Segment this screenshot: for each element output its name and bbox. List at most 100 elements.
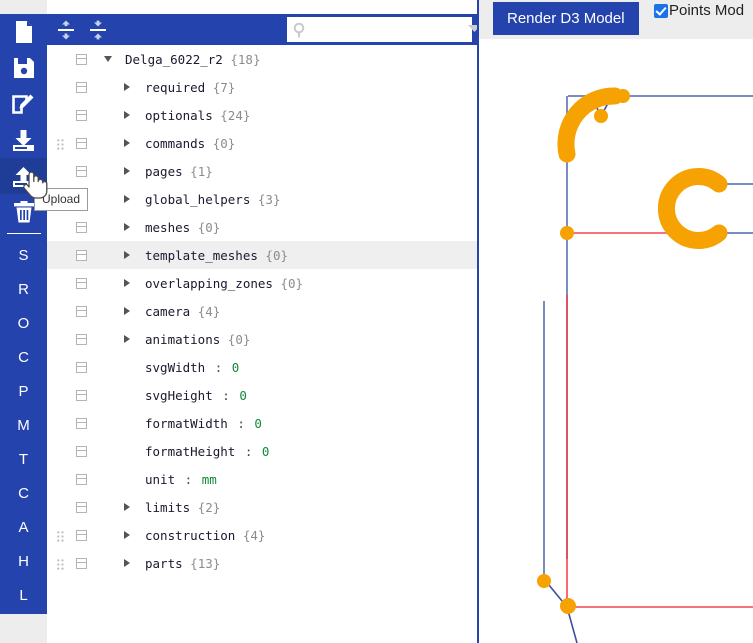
chevron-right-icon[interactable] xyxy=(124,531,130,539)
tree-row[interactable]: svgHeight : 0 xyxy=(47,381,478,409)
chevron-right-icon[interactable] xyxy=(124,223,130,231)
tree-row[interactable]: formatWidth : 0 xyxy=(47,409,478,437)
tree-node-value[interactable]: 0 xyxy=(239,388,247,403)
chevron-right-icon[interactable] xyxy=(124,167,130,175)
tree-row[interactable]: meshes {0} xyxy=(47,213,478,241)
tree-row[interactable]: required {7} xyxy=(47,73,478,101)
tree-row[interactable]: camera {4} xyxy=(47,297,478,325)
tree-row[interactable]: pages {1} xyxy=(47,157,478,185)
node-checkbox-icon[interactable] xyxy=(76,222,87,233)
chevron-right-icon[interactable] xyxy=(124,195,130,203)
tree-node-text[interactable]: unit : mm xyxy=(145,472,217,487)
tree-node-value[interactable]: 0 xyxy=(262,444,270,459)
download-icon[interactable] xyxy=(0,122,47,158)
tree-node-text[interactable]: Delga_6022_r2 {18} xyxy=(125,52,260,67)
expand-all-icon[interactable] xyxy=(53,18,79,42)
new-file-icon[interactable] xyxy=(0,14,47,50)
tree-node-text[interactable]: template_meshes {0} xyxy=(145,248,288,263)
node-checkbox-icon[interactable] xyxy=(76,446,87,457)
tree-row[interactable]: parts {13} xyxy=(47,549,478,577)
tree-node-text[interactable]: svgWidth : 0 xyxy=(145,360,239,375)
chevron-right-icon[interactable] xyxy=(124,111,130,119)
tree-row[interactable]: optionals {24} xyxy=(47,101,478,129)
tree-node-text[interactable]: svgHeight : 0 xyxy=(145,388,247,403)
tree-row[interactable]: animations {0} xyxy=(47,325,478,353)
collapse-all-icon[interactable] xyxy=(85,18,111,42)
tree-node-text[interactable]: required {7} xyxy=(145,80,235,95)
node-checkbox-icon[interactable] xyxy=(76,474,87,485)
tree-row[interactable]: construction {4} xyxy=(47,521,478,549)
search-input[interactable] xyxy=(288,19,467,40)
rail-letter-h[interactable]: H xyxy=(0,544,47,578)
rail-letter-a[interactable]: A xyxy=(0,510,47,544)
tree-node-value[interactable]: 0 xyxy=(232,360,240,375)
node-checkbox-icon[interactable] xyxy=(76,502,87,513)
chevron-right-icon[interactable] xyxy=(124,279,130,287)
tree-node-text[interactable]: limits {2} xyxy=(145,500,220,515)
tree-node-text[interactable]: meshes {0} xyxy=(145,220,220,235)
tree-node-text[interactable]: parts {13} xyxy=(145,556,220,571)
chevron-right-icon[interactable] xyxy=(124,335,130,343)
tree-node-text[interactable]: formatWidth : 0 xyxy=(145,416,262,431)
chevron-right-icon[interactable] xyxy=(124,307,130,315)
drag-grip-icon[interactable] xyxy=(57,138,64,150)
node-checkbox-icon[interactable] xyxy=(76,334,87,345)
node-checkbox-icon[interactable] xyxy=(76,110,87,121)
rail-letter-o[interactable]: O xyxy=(0,306,47,340)
chevron-right-icon[interactable] xyxy=(124,251,130,259)
d3-model-canvas[interactable] xyxy=(479,39,753,643)
points-mode-checkbox[interactable]: Points Mod xyxy=(654,2,744,19)
tree-node-text[interactable]: global_helpers {3} xyxy=(145,192,280,207)
node-checkbox-icon[interactable] xyxy=(76,138,87,149)
rail-letter-r[interactable]: R xyxy=(0,272,47,306)
drag-grip-icon[interactable] xyxy=(57,558,64,570)
rail-letter-p[interactable]: P xyxy=(0,374,47,408)
chevron-right-icon[interactable] xyxy=(124,83,130,91)
save-icon[interactable] xyxy=(0,50,47,86)
tree-node-value[interactable]: 0 xyxy=(254,416,262,431)
tree-row[interactable]: formatHeight : 0 xyxy=(47,437,478,465)
tree-row[interactable]: svgWidth : 0 xyxy=(47,353,478,381)
render-d3-model-button[interactable]: Render D3 Model xyxy=(493,2,639,35)
node-checkbox-icon[interactable] xyxy=(76,390,87,401)
rail-letter-l[interactable]: L xyxy=(0,578,47,612)
chevron-right-icon[interactable] xyxy=(124,503,130,511)
checkbox-checked-icon[interactable] xyxy=(654,3,668,18)
tree-row[interactable]: global_helpers {3} xyxy=(47,185,478,213)
rail-letter-c2[interactable]: C xyxy=(0,476,47,510)
chevron-right-icon[interactable] xyxy=(124,559,130,567)
node-checkbox-icon[interactable] xyxy=(76,54,87,65)
tree-node-text[interactable]: pages {1} xyxy=(145,164,213,179)
drag-grip-icon[interactable] xyxy=(57,530,64,542)
tree-row[interactable]: template_meshes {0} xyxy=(47,241,478,269)
edit-icon[interactable] xyxy=(0,86,47,122)
chevron-down-icon[interactable] xyxy=(104,56,112,62)
tree-node-text[interactable]: commands {0} xyxy=(145,136,235,151)
chevron-right-icon[interactable] xyxy=(124,139,130,147)
rail-letter-c[interactable]: C xyxy=(0,340,47,374)
tree-node-text[interactable]: optionals {24} xyxy=(145,108,250,123)
tree-node-text[interactable]: camera {4} xyxy=(145,304,220,319)
node-checkbox-icon[interactable] xyxy=(76,82,87,93)
node-checkbox-icon[interactable] xyxy=(76,166,87,177)
node-checkbox-icon[interactable] xyxy=(76,250,87,261)
rail-letter-m[interactable]: M xyxy=(0,408,47,442)
tree-node-text[interactable]: overlapping_zones {0} xyxy=(145,276,303,291)
node-checkbox-icon[interactable] xyxy=(76,530,87,541)
tree-node-value[interactable]: mm xyxy=(202,472,217,487)
tree-row[interactable]: unit : mm xyxy=(47,465,478,493)
tree-node-list[interactable]: Delga_6022_r2 {18} required {7} optionals … xyxy=(47,45,478,643)
node-checkbox-icon[interactable] xyxy=(76,558,87,569)
node-checkbox-icon[interactable] xyxy=(76,306,87,317)
tree-node-text[interactable]: animations {0} xyxy=(145,332,250,347)
tree-row[interactable]: limits {2} xyxy=(47,493,478,521)
tree-row[interactable]: overlapping_zones {0} xyxy=(47,269,478,297)
search-box[interactable] xyxy=(287,17,497,42)
node-checkbox-icon[interactable] xyxy=(76,278,87,289)
tree-node-text[interactable]: formatHeight : 0 xyxy=(145,444,269,459)
node-checkbox-icon[interactable] xyxy=(76,362,87,373)
node-checkbox-icon[interactable] xyxy=(76,418,87,429)
rail-letter-t[interactable]: T xyxy=(0,442,47,476)
tree-node-text[interactable]: construction {4} xyxy=(145,528,265,543)
rail-letter-s[interactable]: S xyxy=(0,238,47,272)
